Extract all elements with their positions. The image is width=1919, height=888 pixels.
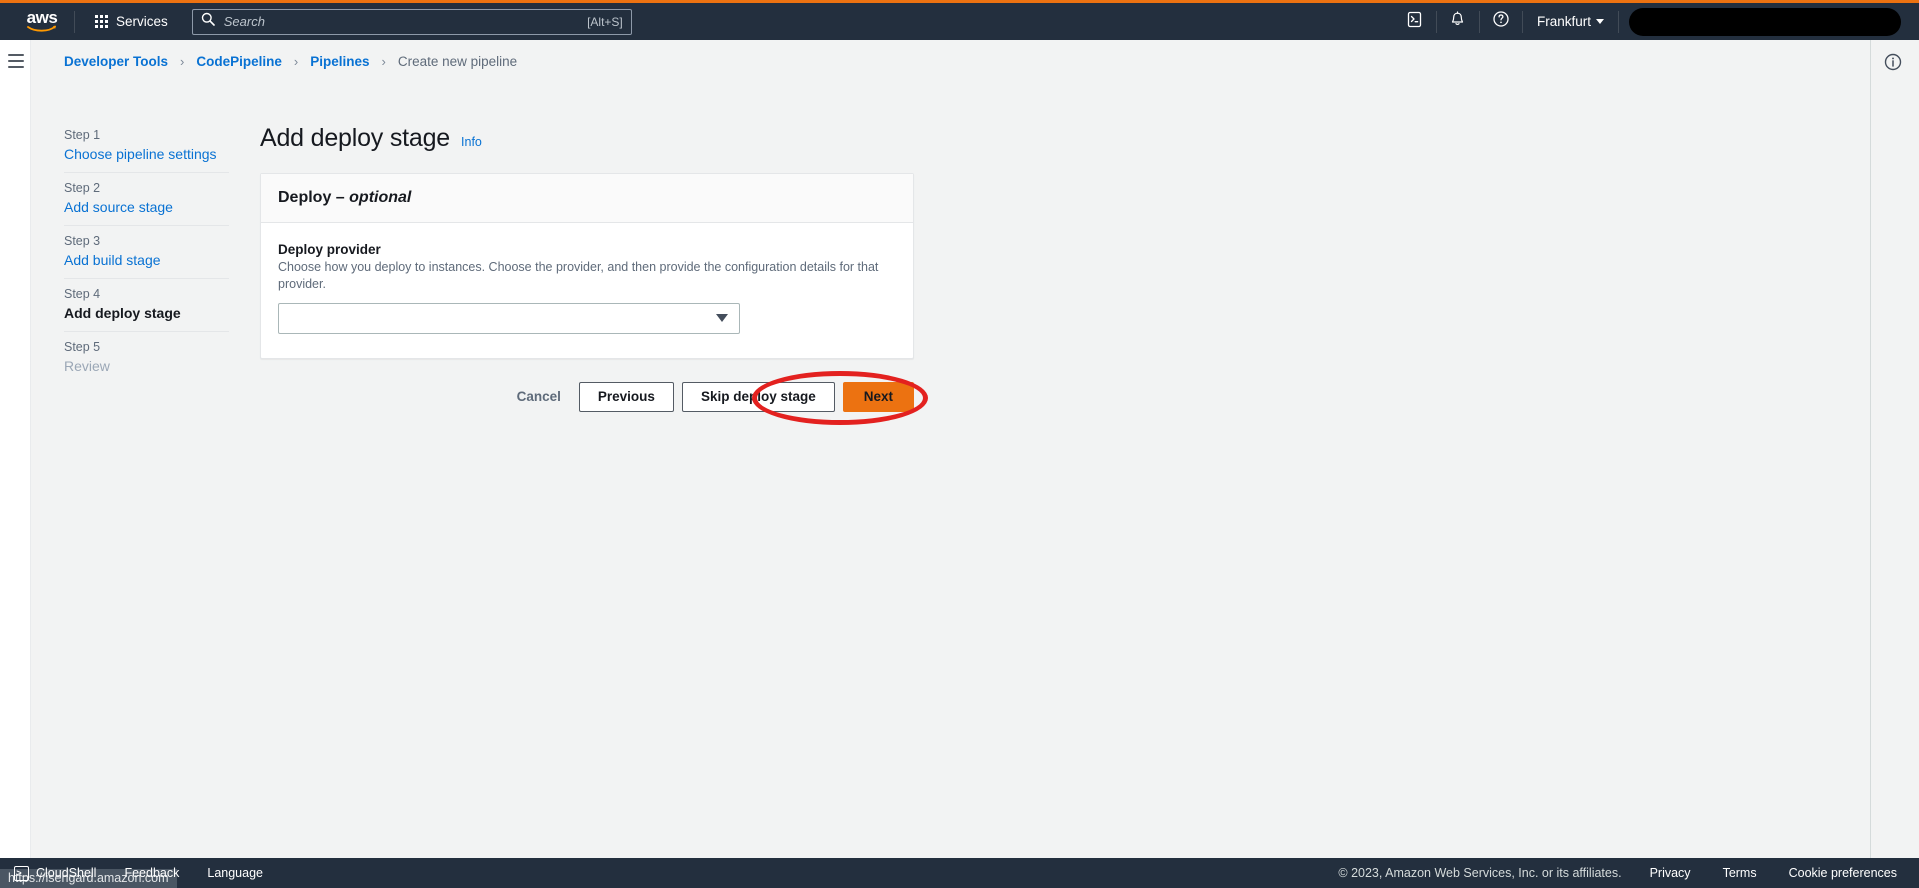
left-rail [0,40,31,858]
footer-cookie-preferences-link[interactable]: Cookie preferences [1773,866,1919,880]
card-header: Deploy – optional [261,174,913,223]
global-search-box[interactable]: [Alt+S] [191,8,632,35]
footer-feedback-label: Feedback [124,866,180,880]
card-header-optional-label: optional [349,189,412,206]
navigation-toggle-icon[interactable] [8,54,24,72]
breadcrumb: Developer Tools › CodePipeline › Pipelin… [64,54,517,69]
sidebar-item-review: Review [64,358,110,374]
wizard-step-1: Step 1 Choose pipeline settings [64,120,229,172]
search-icon [201,12,215,31]
help-question-icon [1492,10,1510,33]
footer-privacy-link[interactable]: Privacy [1634,866,1707,880]
deploy-provider-label: Deploy provider [278,242,381,257]
chevron-down-icon [716,314,728,323]
wizard-steps-sidebar: Step 1 Choose pipeline settings Step 2 A… [64,120,229,384]
chevron-down-icon [1596,19,1604,24]
cloudshell-icon [1406,11,1423,33]
footer-bar: https://isengard.amazon.com >_ CloudShel… [0,858,1919,888]
region-label: Frankfurt [1536,14,1591,29]
services-grid-icon [95,15,108,28]
breadcrumb-item-codepipeline[interactable]: CodePipeline [196,54,282,69]
footer-feedback-button[interactable]: Feedback [110,858,193,888]
search-shortcut-hint: [Alt+S] [587,14,623,29]
cloudshell-launch-button[interactable] [1394,2,1436,42]
wizard-step-3: Step 3 Add build stage [64,225,229,278]
step-number: Step 1 [64,128,101,142]
deploy-stage-card: Deploy – optional Deploy provider Choose… [260,173,914,359]
footer-left-group: >_ CloudShell Feedback Language [0,858,277,888]
page-container: Developer Tools › CodePipeline › Pipelin… [31,40,1870,858]
page-title: Add deploy stage [260,124,451,152]
wizard-action-buttons: Cancel Previous Skip deploy stage Next [260,370,928,425]
card-body: Deploy provider Choose how you deploy to… [261,223,913,358]
services-label: Services [116,14,168,29]
step-number: Step 2 [64,181,101,195]
wizard-step-4: Step 4 Add deploy stage [64,278,229,331]
skip-deploy-stage-button[interactable]: Skip deploy stage [681,381,835,412]
nav-divider [1618,10,1619,33]
aws-logo-text: aws [26,8,58,27]
wizard-step-2: Step 2 Add source stage [64,172,229,225]
breadcrumb-item-developer-tools[interactable]: Developer Tools [64,54,168,69]
sidebar-item-add-source-stage[interactable]: Add source stage [64,199,229,215]
card-header-title: Deploy [278,189,332,206]
notifications-button[interactable] [1437,2,1479,42]
breadcrumb-item-pipelines[interactable]: Pipelines [310,54,369,69]
footer-language-label: Language [207,866,263,880]
cloudshell-icon: >_ [14,865,29,881]
breadcrumb-separator-icon: › [180,54,185,69]
info-circle-icon[interactable] [1883,52,1903,77]
account-menu-redacted[interactable] [1629,7,1901,36]
nav-divider [74,10,75,33]
footer-language-button[interactable]: Language [193,858,277,888]
aws-logo[interactable]: aws [14,8,70,32]
notifications-bell-icon [1449,10,1466,33]
previous-button[interactable]: Previous [578,381,674,412]
aws-smile-icon [27,25,56,32]
right-rail [1870,40,1919,858]
footer-copyright: © 2023, Amazon Web Services, Inc. or its… [1338,866,1622,880]
breadcrumb-separator-icon: › [381,54,386,69]
region-selector[interactable]: Frankfurt [1523,2,1618,42]
page-title-row: Add deploy stage Info [260,124,1060,153]
breadcrumb-item-create-new-pipeline: Create new pipeline [397,54,518,69]
next-button[interactable]: Next [842,381,914,412]
cancel-button[interactable]: Cancel [499,382,579,412]
footer-cloudshell-label: CloudShell [36,866,97,880]
breadcrumb-separator-icon: › [293,54,299,69]
wizard-step-5: Step 5 Review [64,331,229,384]
sidebar-item-choose-pipeline-settings[interactable]: Choose pipeline settings [64,146,229,162]
step-number: Step 5 [64,340,101,354]
top-navigation-bar: aws Services [Alt+S] [0,0,1919,40]
main-column: Add deploy stage Info Deploy – optional … [260,124,1060,425]
sidebar-item-add-deploy-stage: Add deploy stage [64,305,181,321]
step-number: Step 4 [64,287,101,301]
card-header-dash: – [331,189,350,206]
search-input[interactable] [221,13,588,30]
sidebar-item-add-build-stage[interactable]: Add build stage [64,252,229,268]
page-info-link[interactable]: Info [461,135,482,149]
help-button[interactable] [1480,2,1522,42]
deploy-provider-description: Choose how you deploy to instances. Choo… [278,260,879,291]
footer-cloudshell-button[interactable]: >_ CloudShell [0,858,110,888]
deploy-provider-select[interactable] [278,302,740,334]
services-menu-button[interactable]: Services [85,8,178,35]
step-number: Step 3 [64,234,101,248]
footer-terms-link[interactable]: Terms [1707,866,1773,880]
